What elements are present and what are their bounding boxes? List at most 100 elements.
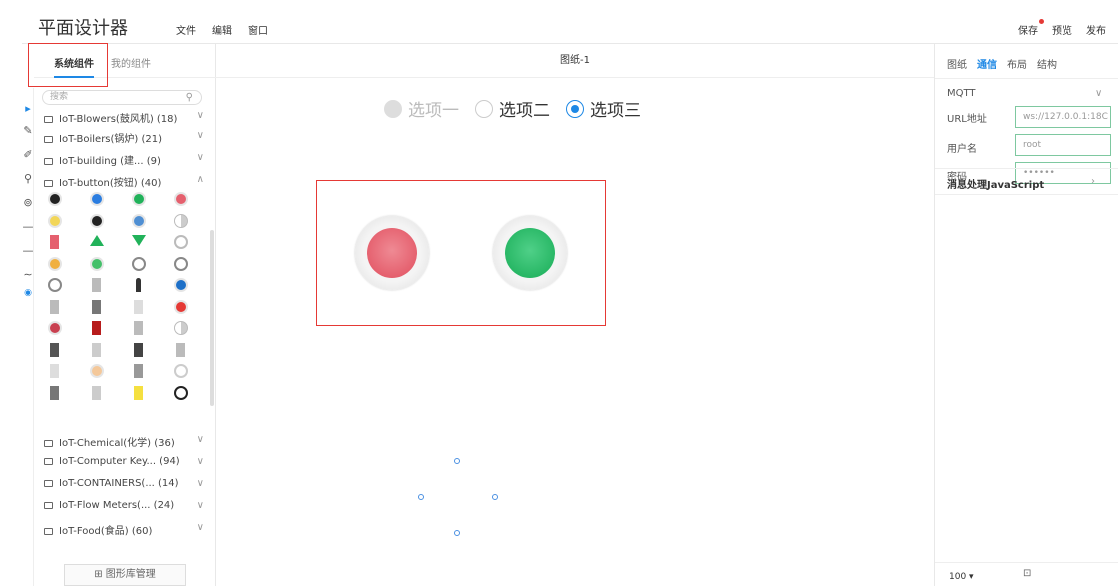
save-button[interactable]: 保存 xyxy=(1018,19,1044,37)
design-canvas[interactable]: 图纸-1 选项一 选项二 选项三 xyxy=(216,44,934,586)
radio-option-3[interactable]: 选项三 xyxy=(566,96,641,121)
category-item[interactable]: IoT-Food(食品) (60) ∨ xyxy=(44,522,204,540)
component-thumbnail-icon[interactable] xyxy=(174,321,188,335)
radio-option-1[interactable]: 选项一 xyxy=(384,96,459,121)
component-thumbnail-icon[interactable] xyxy=(132,213,146,228)
component-thumbnail-icon[interactable] xyxy=(174,299,188,314)
tab-structure[interactable]: 结构 xyxy=(1037,56,1057,71)
radio-option-2[interactable]: 选项二 xyxy=(475,96,550,121)
lock-icon[interactable]: ⊡ xyxy=(1023,568,1031,579)
component-thumbnail-icon[interactable] xyxy=(174,192,188,206)
publish-button[interactable]: 发布 xyxy=(1086,22,1106,37)
component-thumbnail-icon[interactable] xyxy=(136,278,141,292)
folder-icon xyxy=(44,135,53,143)
category-label: IoT-Computer Key... (94) xyxy=(59,456,180,467)
panel-scrollbar[interactable] xyxy=(210,230,214,406)
category-item[interactable]: IoT-Flow Meters(... (24) ∨ xyxy=(44,500,204,518)
preview-button[interactable]: 预览 xyxy=(1052,22,1072,37)
message-handler-section[interactable]: 消息处理JavaScript xyxy=(947,176,1044,191)
component-thumbnail-icon[interactable] xyxy=(174,256,188,271)
component-thumbnail-icon[interactable] xyxy=(48,278,62,292)
component-thumbnail-icon[interactable] xyxy=(132,192,146,206)
component-thumbnail-icon[interactable] xyxy=(132,256,146,271)
component-thumbnail-icon[interactable] xyxy=(50,364,59,378)
component-thumbnail-icon[interactable] xyxy=(50,385,59,400)
hline-tool-icon[interactable]: — xyxy=(22,244,34,258)
component-thumbnail-icon[interactable] xyxy=(90,192,104,206)
category-item[interactable]: IoT-button(按钮) (40) ∧ xyxy=(44,174,204,192)
category-label: IoT-Food(食品) (60) xyxy=(59,526,153,537)
component-thumbnail-icon[interactable] xyxy=(92,299,101,314)
resize-handle-right[interactable] xyxy=(492,494,498,500)
line-tool-icon[interactable]: — xyxy=(22,220,34,234)
pointer-tool-icon[interactable]: ▸ xyxy=(22,102,34,116)
component-thumbnail-icon[interactable] xyxy=(174,385,188,400)
chevron-right-icon[interactable]: › xyxy=(1091,176,1095,187)
category-item[interactable]: IoT-Computer Key... (94) ∨ xyxy=(44,456,204,474)
component-thumbnail-icon[interactable] xyxy=(90,235,104,246)
node-tool-icon[interactable]: ◉ xyxy=(22,286,34,300)
tab-communication[interactable]: 通信 xyxy=(977,56,997,71)
red-button-cap xyxy=(367,228,417,278)
component-thumbnail-icon[interactable] xyxy=(92,342,101,357)
resize-handle-bottom[interactable] xyxy=(454,530,460,536)
stamp-tool-icon[interactable]: ⊚ xyxy=(22,196,34,210)
component-thumbnail-icon[interactable] xyxy=(134,385,143,400)
category-item[interactable]: IoT-Boilers(锅炉) (21) ∨ xyxy=(44,130,204,148)
component-thumbnail-icon[interactable] xyxy=(92,278,101,292)
mqtt-section-title[interactable]: MQTT xyxy=(947,88,976,99)
menu-edit[interactable]: 编辑 xyxy=(212,22,232,37)
canvas-title: 图纸-1 xyxy=(216,44,934,78)
resize-handle-left[interactable] xyxy=(418,494,424,500)
category-item[interactable]: IoT-CONTAINERS(... (14) ∨ xyxy=(44,478,204,496)
zoom-tool-icon[interactable]: ⚲ xyxy=(22,172,34,186)
pen-tool-icon[interactable]: ✎ xyxy=(22,124,34,138)
component-thumbnail-icon[interactable] xyxy=(174,278,188,292)
red-push-button[interactable] xyxy=(355,216,429,290)
radio-label: 选项一 xyxy=(408,101,459,121)
component-thumbnail-icon[interactable] xyxy=(50,299,59,314)
username-input[interactable]: root xyxy=(1015,134,1111,156)
green-push-button[interactable] xyxy=(493,216,567,290)
component-thumbnail-icon[interactable] xyxy=(50,342,59,357)
component-thumbnail-icon[interactable] xyxy=(90,256,104,271)
chevron-down-icon: ∨ xyxy=(196,434,204,445)
tab-layout[interactable]: 布局 xyxy=(1007,56,1027,71)
tab-my-components[interactable]: 我的组件 xyxy=(111,55,151,70)
component-thumbnail-icon[interactable] xyxy=(48,192,62,206)
component-thumbnail-icon[interactable] xyxy=(134,299,143,314)
component-thumbnail-icon[interactable] xyxy=(176,342,185,357)
search-input[interactable]: 搜索 ⚲ xyxy=(42,90,202,105)
component-thumbnail-icon[interactable] xyxy=(48,213,62,228)
component-thumbnail-icon[interactable] xyxy=(92,321,101,335)
component-thumbnail-icon[interactable] xyxy=(174,213,188,228)
component-thumbnail-icon[interactable] xyxy=(48,256,62,271)
category-item[interactable]: IoT-building (建... (9) ∨ xyxy=(44,152,204,170)
category-item[interactable]: IoT-Chemical(化学) (36) ∨ xyxy=(44,434,204,452)
pencil-tool-icon[interactable]: ✐ xyxy=(22,148,34,162)
component-thumbnail-icon[interactable] xyxy=(134,364,143,378)
curve-tool-icon[interactable]: ∼ xyxy=(22,268,34,282)
url-input[interactable]: ws://127.0.0.1:18C xyxy=(1015,106,1111,128)
component-thumbnail-icon[interactable] xyxy=(92,385,101,400)
component-thumbnail-icon[interactable] xyxy=(48,321,62,335)
category-label: IoT-Chemical(化学) (36) xyxy=(59,438,175,449)
component-thumbnail-icon[interactable] xyxy=(90,213,104,228)
component-thumbnail-icon[interactable] xyxy=(134,342,143,357)
menu-file[interactable]: 文件 xyxy=(176,22,196,37)
resize-handle-top[interactable] xyxy=(454,458,460,464)
library-manage-button[interactable]: ⊞ 图形库管理 xyxy=(64,564,186,586)
category-item[interactable]: IoT-Blowers(鼓风机) (18) ∨ xyxy=(44,110,204,128)
component-thumbnail-icon[interactable] xyxy=(134,321,143,335)
zoom-select[interactable]: 100 ▾ xyxy=(949,572,974,582)
radio-label: 选项三 xyxy=(590,101,641,121)
component-thumbnail-icon[interactable] xyxy=(174,364,188,378)
chevron-down-icon[interactable]: ∨ xyxy=(1095,88,1102,99)
tab-drawing[interactable]: 图纸 xyxy=(947,56,967,71)
menu-window[interactable]: 窗口 xyxy=(248,22,268,37)
app-title: 平面设计器 xyxy=(38,18,128,39)
component-thumbnail-icon[interactable] xyxy=(50,235,59,249)
component-thumbnail-icon[interactable] xyxy=(132,235,146,246)
component-thumbnail-icon[interactable] xyxy=(174,235,188,249)
component-thumbnail-icon[interactable] xyxy=(90,364,104,378)
